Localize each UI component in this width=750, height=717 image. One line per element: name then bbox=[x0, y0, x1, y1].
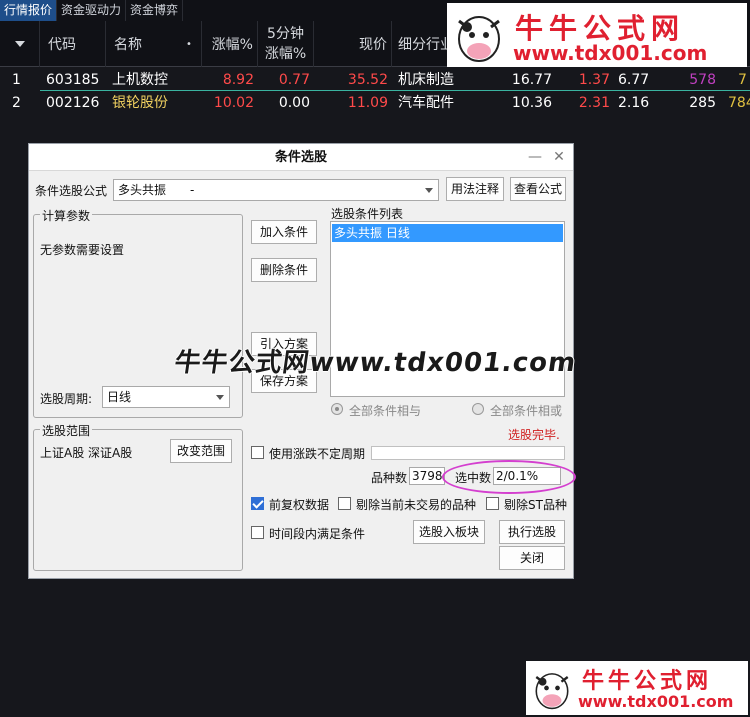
usage-button[interactable]: 用法注释 bbox=[446, 177, 504, 201]
row-col10: 7 bbox=[738, 72, 747, 88]
execute-button[interactable]: 执行选股 bbox=[499, 520, 565, 544]
radio-or-label: 全部条件相或 bbox=[490, 404, 563, 418]
highlight-ellipse bbox=[442, 460, 576, 494]
cow-mascot-icon bbox=[530, 663, 574, 713]
row-code: 002126 bbox=[46, 95, 100, 111]
formula-value: 多头共振 - bbox=[118, 183, 195, 197]
row-col8: 2.16 bbox=[618, 95, 650, 111]
exclude-st-label: 剔除ST品种 bbox=[504, 498, 567, 512]
condition-list-label: 选股条件列表 bbox=[331, 207, 404, 221]
logo-title: 牛牛公式网 bbox=[582, 669, 713, 694]
table-row[interactable]: 2 002126 银轮股份 10.02 0.00 11.09 汽车配件 10.3… bbox=[0, 92, 750, 114]
row-change5: 0.00 bbox=[278, 95, 310, 111]
row-col9: 578 bbox=[689, 72, 716, 88]
logo-url: www.tdx001.com bbox=[578, 692, 734, 711]
row-industry: 汽车配件 bbox=[398, 95, 454, 111]
tab-capital-drive[interactable]: 资金驱动力 bbox=[57, 0, 127, 21]
period-cond-checkbox[interactable] bbox=[251, 526, 264, 539]
row-price: 35.52 bbox=[347, 72, 388, 88]
cow-mascot-icon bbox=[451, 5, 507, 65]
row-col7: 2.31 bbox=[578, 95, 610, 111]
header-change5-line1: 5分钟 bbox=[267, 26, 304, 42]
add-to-block-button[interactable]: 选股入板块 bbox=[413, 520, 485, 544]
close-icon[interactable]: ✕ bbox=[549, 144, 569, 171]
logo-url: www.tdx001.com bbox=[513, 41, 708, 65]
exclude-st-checkbox[interactable] bbox=[486, 497, 499, 510]
row-index: 1 bbox=[12, 72, 21, 88]
minimize-icon[interactable]: — bbox=[525, 144, 545, 171]
row-col6: 10.36 bbox=[511, 95, 552, 111]
table-row[interactable]: 1 603185 上机数控 8.92 0.77 35.52 机床制造 16.77… bbox=[0, 69, 750, 91]
header-change5[interactable]: 5分钟 涨幅% bbox=[258, 21, 314, 67]
row-change5: 0.77 bbox=[278, 72, 310, 88]
radio-and[interactable] bbox=[331, 403, 343, 415]
row-col7: 1.37 bbox=[578, 72, 610, 88]
close-button[interactable]: 关闭 bbox=[499, 546, 565, 570]
add-condition-button[interactable]: 加入条件 bbox=[251, 220, 317, 244]
exclude-notrade-checkbox[interactable] bbox=[338, 497, 351, 510]
tab-capital-game[interactable]: 资金博弈 bbox=[126, 0, 184, 21]
radio-and-label: 全部条件相与 bbox=[349, 404, 422, 418]
header-dot: • bbox=[186, 38, 192, 50]
site-logo-bottom: 牛牛公式网 www.tdx001.com bbox=[526, 661, 748, 715]
dialog-titlebar[interactable]: 条件选股 — ✕ bbox=[29, 144, 573, 171]
use-period-label: 使用涨跌不定周期 bbox=[269, 447, 366, 461]
count-label: 品种数 bbox=[371, 471, 408, 485]
row-index: 2 bbox=[12, 95, 21, 111]
dialog-title: 条件选股 bbox=[274, 150, 327, 165]
header-price[interactable]: 现价 bbox=[314, 21, 392, 67]
range-text: 上证A股 深证A股 bbox=[40, 446, 133, 460]
period-cond-label: 时间段内满足条件 bbox=[269, 527, 366, 541]
params-group: 计算参数 无参数需要设置 选股周期: 日线 bbox=[33, 207, 243, 418]
view-formula-button[interactable]: 查看公式 bbox=[510, 177, 566, 201]
formula-select[interactable]: 多头共振 - bbox=[113, 179, 439, 201]
row-change: 10.02 bbox=[213, 95, 254, 111]
range-group-label: 选股范围 bbox=[40, 422, 93, 439]
period-select[interactable]: 日线 bbox=[102, 386, 230, 408]
formula-label: 条件选股公式 bbox=[35, 184, 108, 198]
row-selection-line bbox=[40, 90, 750, 91]
header-name[interactable]: 名称 • bbox=[106, 21, 202, 67]
params-group-label: 计算参数 bbox=[40, 207, 93, 224]
use-period-checkbox[interactable] bbox=[251, 446, 264, 459]
site-logo: 牛牛公式网 www.tdx001.com bbox=[447, 3, 747, 67]
tab-quotes[interactable]: 行情报价 bbox=[0, 0, 58, 21]
period-value: 日线 bbox=[107, 390, 132, 404]
header-change[interactable]: 涨幅% bbox=[202, 21, 258, 67]
radio-or[interactable] bbox=[472, 403, 484, 415]
row-col8: 6.77 bbox=[618, 72, 650, 88]
chevron-down-icon bbox=[216, 395, 224, 400]
list-item[interactable]: 多头共振 日线 bbox=[332, 224, 563, 242]
row-name: 银轮股份 bbox=[112, 95, 168, 111]
header-industry[interactable]: 细分行业 bbox=[392, 21, 450, 67]
count-field: 3798 bbox=[409, 467, 445, 485]
sort-down-icon[interactable] bbox=[0, 21, 40, 67]
period-range-field[interactable] bbox=[371, 446, 565, 460]
row-col9: 285 bbox=[689, 95, 716, 111]
change-range-button[interactable]: 改变范围 bbox=[170, 439, 232, 463]
header-change5-line2: 涨幅% bbox=[264, 46, 307, 62]
delete-condition-button[interactable]: 删除条件 bbox=[251, 258, 317, 282]
header-name-label: 名称 bbox=[114, 37, 142, 53]
chevron-down-icon bbox=[425, 188, 433, 193]
row-industry: 机床制造 bbox=[398, 72, 454, 88]
row-change: 8.92 bbox=[222, 72, 254, 88]
row-name: 上机数控 bbox=[112, 72, 168, 88]
row-col6: 16.77 bbox=[511, 72, 552, 88]
period-label: 选股周期: bbox=[40, 392, 93, 406]
exclude-notrade-label: 剔除当前未交易的品种 bbox=[356, 498, 477, 512]
watermark-text: 牛牛公式网www.tdx001.com bbox=[172, 348, 579, 378]
row-col10: 784 bbox=[728, 95, 750, 111]
status-text: 选股完毕. bbox=[508, 428, 560, 442]
header-code[interactable]: 代码 bbox=[40, 21, 106, 67]
range-group: 选股范围 上证A股 深证A股 改变范围 bbox=[33, 422, 243, 571]
params-text: 无参数需要设置 bbox=[40, 243, 125, 257]
prev-adjust-label: 前复权数据 bbox=[269, 498, 330, 512]
prev-adjust-checkbox[interactable] bbox=[251, 497, 264, 510]
row-code: 603185 bbox=[46, 72, 100, 88]
row-price: 11.09 bbox=[347, 95, 388, 111]
